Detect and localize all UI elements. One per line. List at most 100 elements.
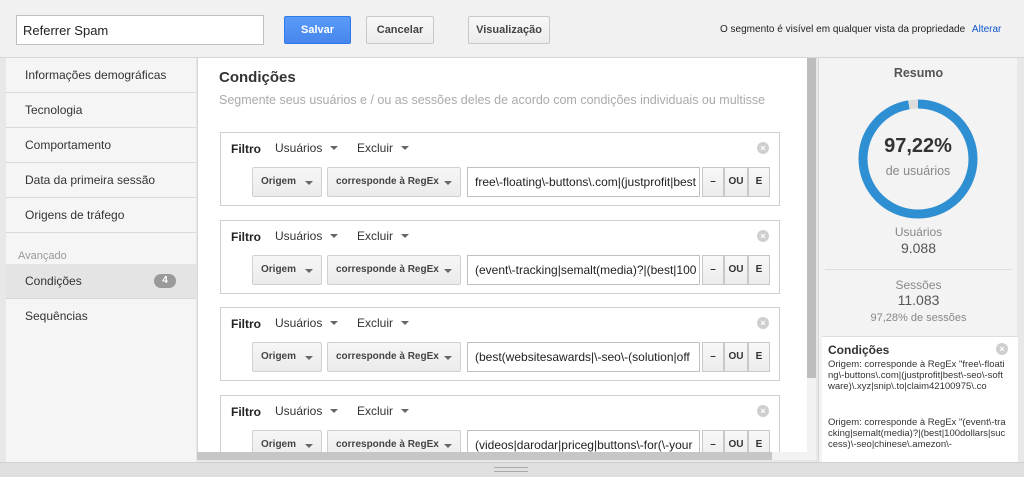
sidebar-item-label: Data da primeira sessão bbox=[25, 173, 156, 187]
caret-down-icon bbox=[401, 146, 410, 150]
or-button[interactable]: OU bbox=[724, 167, 748, 197]
sidebar-item-traffic-sources[interactable]: Origens de tráfego bbox=[6, 198, 196, 233]
sidebar-item-sequences[interactable]: Sequências bbox=[6, 299, 196, 334]
segment-editor-toolbar: Salvar Cancelar Visualização O segmento … bbox=[0, 0, 1024, 58]
close-icon[interactable]: × bbox=[996, 343, 1008, 355]
filter-card: Filtro Usuários Excluir × Origem corresp… bbox=[220, 220, 780, 294]
caret-down-icon bbox=[444, 444, 452, 448]
and-button[interactable]: E bbox=[748, 255, 770, 285]
operator-select[interactable]: corresponde à RegEx bbox=[327, 342, 461, 372]
caret-down-icon bbox=[401, 234, 410, 238]
divider bbox=[825, 269, 1012, 270]
condition-summary-item: Origem: corresponde à RegEx "(event\-tra… bbox=[828, 417, 1006, 450]
mode-dropdown[interactable]: Excluir bbox=[357, 229, 410, 243]
caret-down-icon bbox=[305, 181, 313, 185]
caret-down-icon bbox=[305, 356, 313, 360]
remove-condition-button[interactable]: – bbox=[702, 255, 724, 285]
operator-value: corresponde à RegEx bbox=[336, 176, 439, 187]
scope-dropdown[interactable]: Usuários bbox=[275, 316, 339, 330]
filter-label: Filtro bbox=[231, 230, 261, 244]
dimension-select[interactable]: Origem bbox=[252, 342, 322, 372]
operator-value: corresponde à RegEx bbox=[336, 439, 439, 450]
caret-down-icon bbox=[401, 321, 410, 325]
mode-dropdown[interactable]: Excluir bbox=[357, 316, 410, 330]
scope-dropdown[interactable]: Usuários bbox=[275, 229, 339, 243]
sidebar-item-label: Comportamento bbox=[25, 138, 112, 152]
operator-select[interactable]: corresponde à RegEx bbox=[327, 167, 461, 197]
count-badge: 4 bbox=[154, 274, 176, 288]
dimension-select[interactable]: Origem bbox=[252, 255, 322, 285]
save-button[interactable]: Salvar bbox=[284, 16, 351, 44]
sidebar-item-first-session[interactable]: Data da primeira sessão bbox=[6, 163, 196, 198]
or-button[interactable]: OU bbox=[724, 255, 748, 285]
dimension-value: Origem bbox=[261, 439, 297, 450]
horizontal-scroll-thumb[interactable] bbox=[197, 452, 772, 460]
sessions-percentage: 97,28% de sessões bbox=[870, 312, 967, 324]
mode-dropdown[interactable]: Excluir bbox=[357, 404, 410, 418]
and-button[interactable]: E bbox=[748, 430, 770, 452]
summary-panel: Resumo 97,22% de usuários Usuários 9.088… bbox=[818, 58, 1018, 462]
sidebar-item-label: Condições bbox=[25, 274, 82, 288]
condition-summary-item: Origem: corresponde à RegEx "free\-float… bbox=[828, 359, 1005, 392]
remove-condition-button[interactable]: – bbox=[702, 342, 724, 372]
dimension-select[interactable]: Origem bbox=[252, 430, 322, 452]
sessions-label: Sessões bbox=[895, 278, 942, 292]
remove-filter-icon[interactable]: × bbox=[757, 317, 769, 329]
remove-filter-icon[interactable]: × bbox=[757, 230, 769, 242]
vertical-scroll-thumb[interactable] bbox=[807, 58, 816, 378]
operator-value: corresponde à RegEx bbox=[336, 351, 439, 362]
regex-input[interactable]: free\-floating\-buttons\.com|(justprofit… bbox=[467, 167, 700, 197]
resize-grip-icon[interactable] bbox=[494, 467, 528, 472]
or-button[interactable]: OU bbox=[724, 342, 748, 372]
operator-select[interactable]: corresponde à RegEx bbox=[327, 430, 461, 452]
scope-value: Usuários bbox=[275, 404, 323, 418]
scope-dropdown[interactable]: Usuários bbox=[275, 404, 339, 418]
users-percentage-ring bbox=[858, 99, 978, 219]
users-percentage: 97,22% bbox=[884, 135, 952, 157]
regex-input[interactable]: (videos|darodar|priceg|buttons\-for(\-yo… bbox=[467, 430, 700, 452]
remove-condition-button[interactable]: – bbox=[702, 167, 724, 197]
remove-condition-button[interactable]: – bbox=[702, 430, 724, 452]
mode-value: Excluir bbox=[357, 404, 394, 418]
and-button[interactable]: E bbox=[748, 342, 770, 372]
and-button[interactable]: E bbox=[748, 167, 770, 197]
change-visibility-link[interactable]: Alterar bbox=[972, 24, 1001, 35]
preview-button[interactable]: Visualização bbox=[468, 16, 550, 44]
scope-value: Usuários bbox=[275, 316, 323, 330]
sidebar-item-label: Sequências bbox=[25, 309, 88, 323]
dimension-select[interactable]: Origem bbox=[252, 167, 322, 197]
or-button[interactable]: OU bbox=[724, 430, 748, 452]
sessions-value: 11.083 bbox=[897, 292, 940, 308]
dimension-value: Origem bbox=[261, 176, 297, 187]
summary-title: Resumo bbox=[893, 66, 944, 80]
sidebar-item-conditions[interactable]: Condições 4 bbox=[6, 264, 196, 299]
scope-dropdown[interactable]: Usuários bbox=[275, 141, 339, 155]
visibility-text: O segmento é visível em qualquer vista d… bbox=[720, 24, 966, 35]
caret-down-icon bbox=[305, 444, 313, 448]
advanced-heading: Avançado bbox=[18, 250, 67, 262]
filter-card: Filtro Usuários Excluir × Origem corresp… bbox=[220, 307, 780, 381]
dimension-value: Origem bbox=[261, 351, 297, 362]
caret-down-icon bbox=[305, 269, 313, 273]
sidebar-item-behavior[interactable]: Comportamento bbox=[6, 128, 196, 163]
sidebar-item-technology[interactable]: Tecnologia bbox=[6, 93, 196, 128]
remove-filter-icon[interactable]: × bbox=[757, 142, 769, 154]
caret-down-icon bbox=[401, 409, 410, 413]
cancel-button[interactable]: Cancelar bbox=[366, 16, 434, 44]
regex-input[interactable]: (event\-tracking|semalt(media)?|(best|10… bbox=[467, 255, 700, 285]
filter-card: Filtro Usuários Excluir × Origem corresp… bbox=[220, 132, 780, 206]
conditions-summary-title: Condições bbox=[828, 343, 890, 357]
caret-down-icon bbox=[444, 269, 452, 273]
segment-name-input[interactable] bbox=[16, 15, 264, 45]
users-label: Usuários bbox=[894, 225, 943, 239]
sidebar-item-label: Tecnologia bbox=[25, 103, 83, 117]
mode-dropdown[interactable]: Excluir bbox=[357, 141, 410, 155]
regex-input[interactable]: (best(websitesawards|\-seo\-(solution|of… bbox=[467, 342, 700, 372]
page-title: Condições bbox=[219, 69, 296, 86]
operator-select[interactable]: corresponde à RegEx bbox=[327, 255, 461, 285]
caret-down-icon bbox=[444, 356, 452, 360]
remove-filter-icon[interactable]: × bbox=[757, 405, 769, 417]
caret-down-icon bbox=[330, 321, 339, 325]
sidebar-item-demographics[interactable]: Informações demográficas bbox=[6, 58, 196, 93]
resize-bar[interactable] bbox=[0, 462, 1024, 477]
